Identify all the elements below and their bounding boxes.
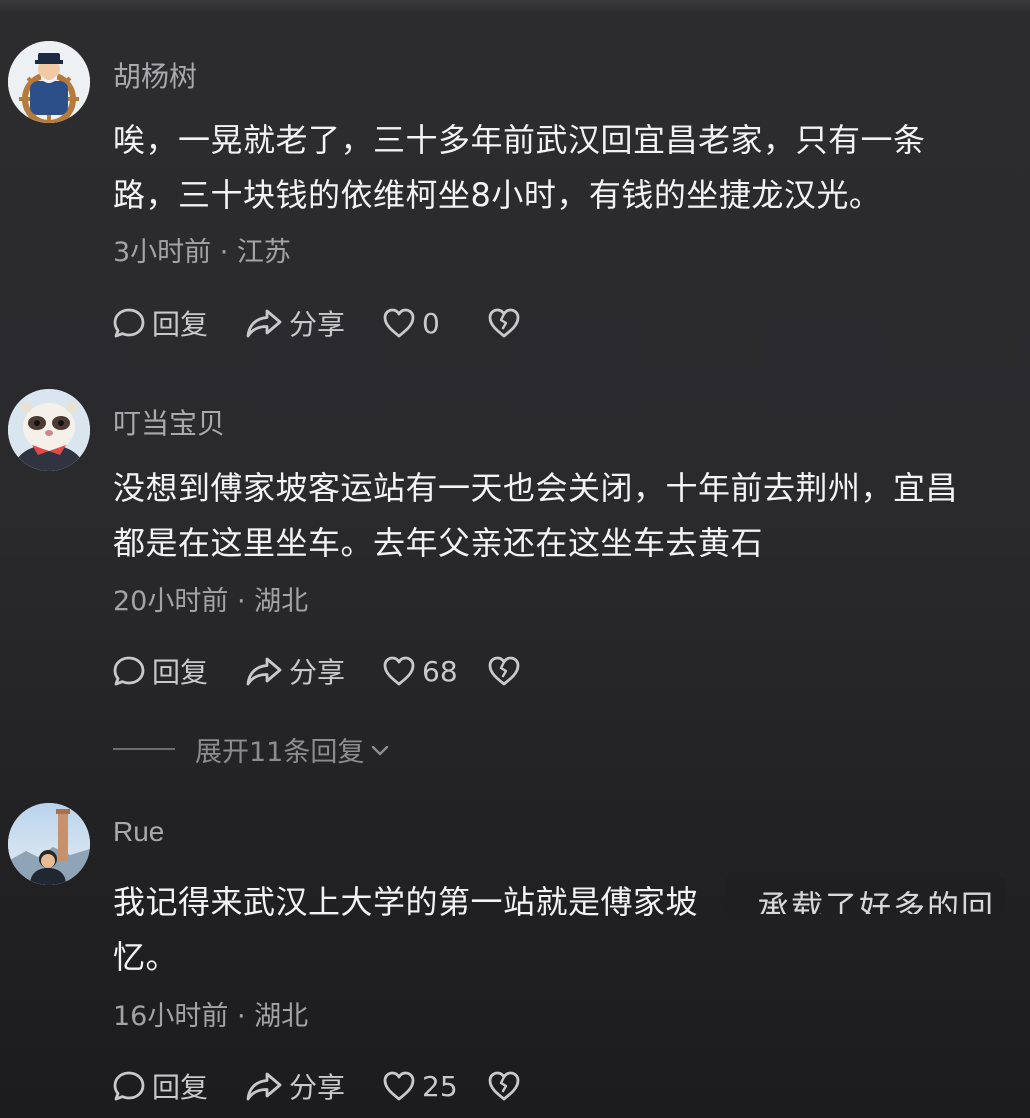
- dislike-button[interactable]: [487, 1070, 521, 1102]
- like-button[interactable]: 68: [382, 655, 487, 688]
- avatar-captain-helm-icon[interactable]: [8, 41, 90, 123]
- reply-label: 回复: [152, 1071, 209, 1104]
- reply-button[interactable]: 回复: [112, 651, 245, 691]
- share-label: 分享: [289, 656, 346, 689]
- avatar-ferret-icon[interactable]: [8, 389, 90, 471]
- reply-label: 回复: [152, 656, 209, 689]
- reply-label: 回复: [152, 308, 209, 341]
- top-fade: [0, 0, 1030, 14]
- like-count: 25: [422, 1069, 458, 1103]
- comment-text: 唉，一晃就老了，三十多年前武汉回宜昌老家，只有一条 路，三十块钱的依维柯坐8小时…: [113, 113, 1013, 223]
- action-bar: 回复 分享 68: [112, 651, 521, 691]
- comment-line: 都是在这里坐车。去年父亲还在这坐车去黄石: [113, 524, 764, 562]
- comment-line: 路，三十块钱的依维柯坐8小时，有钱的坐捷龙汉光。: [113, 176, 882, 214]
- share-arrow-icon: [245, 306, 283, 340]
- chevron-down-icon: [364, 734, 390, 765]
- heart-icon: [382, 307, 416, 339]
- share-button[interactable]: 分享: [245, 1066, 382, 1106]
- dislike-button[interactable]: [487, 655, 521, 687]
- share-label: 分享: [289, 308, 346, 341]
- share-arrow-icon: [245, 1069, 283, 1103]
- expand-label: 展开11条回复: [195, 736, 365, 768]
- username[interactable]: 叮当宝贝: [113, 402, 225, 442]
- reply-button[interactable]: 回复: [112, 1066, 245, 1106]
- comment-meta: 3小时前 · 江苏: [113, 237, 291, 268]
- action-bar: 回复 分享 0: [112, 303, 521, 343]
- heart-icon: [382, 1070, 416, 1102]
- expand-divider: [113, 748, 175, 750]
- comment-text: 没想到傅家坡客运站有一天也会关闭，十年前去荆州，宜昌 都是在这里坐车。去年父亲还…: [113, 461, 1013, 571]
- dislike-button[interactable]: [487, 307, 521, 339]
- share-label: 分享: [289, 1071, 346, 1104]
- username[interactable]: Rue: [113, 816, 164, 848]
- comment-line: 唉，一晃就老了，三十多年前武汉回宜昌老家，只有一条: [113, 121, 926, 159]
- share-button[interactable]: 分享: [245, 651, 382, 691]
- expand-replies-button[interactable]: 展开11条回复: [113, 729, 390, 769]
- action-bar: 回复 分享 25: [112, 1066, 521, 1106]
- share-button[interactable]: 分享: [245, 303, 382, 343]
- like-count: 68: [422, 654, 458, 688]
- reply-button[interactable]: 回复: [112, 303, 245, 343]
- like-count: 0: [422, 306, 440, 340]
- comment-meta: 16小时前 · 湖北: [113, 1001, 309, 1032]
- share-arrow-icon: [245, 654, 283, 688]
- cropped-text: 承载了好多的回: [757, 888, 996, 914]
- comment-bubble-icon: [112, 1069, 146, 1103]
- comment-line: 忆。: [113, 938, 179, 976]
- comment-meta: 20小时前 · 湖北: [113, 586, 309, 617]
- broken-heart-icon: [487, 655, 521, 687]
- broken-heart-icon: [487, 1070, 521, 1102]
- broken-heart-icon: [487, 307, 521, 339]
- cropped-text-strip: 承载了好多的回: [725, 878, 1005, 914]
- username[interactable]: 胡杨树: [113, 55, 197, 95]
- heart-icon: [382, 655, 416, 687]
- comment-line: 没想到傅家坡客运站有一天也会关闭，十年前去荆州，宜昌: [113, 469, 959, 507]
- like-button[interactable]: 0: [382, 307, 487, 340]
- avatar-tower-photo-icon[interactable]: [8, 803, 90, 885]
- like-button[interactable]: 25: [382, 1070, 487, 1103]
- comment-bubble-icon: [112, 306, 146, 340]
- comment-bubble-icon: [112, 654, 146, 688]
